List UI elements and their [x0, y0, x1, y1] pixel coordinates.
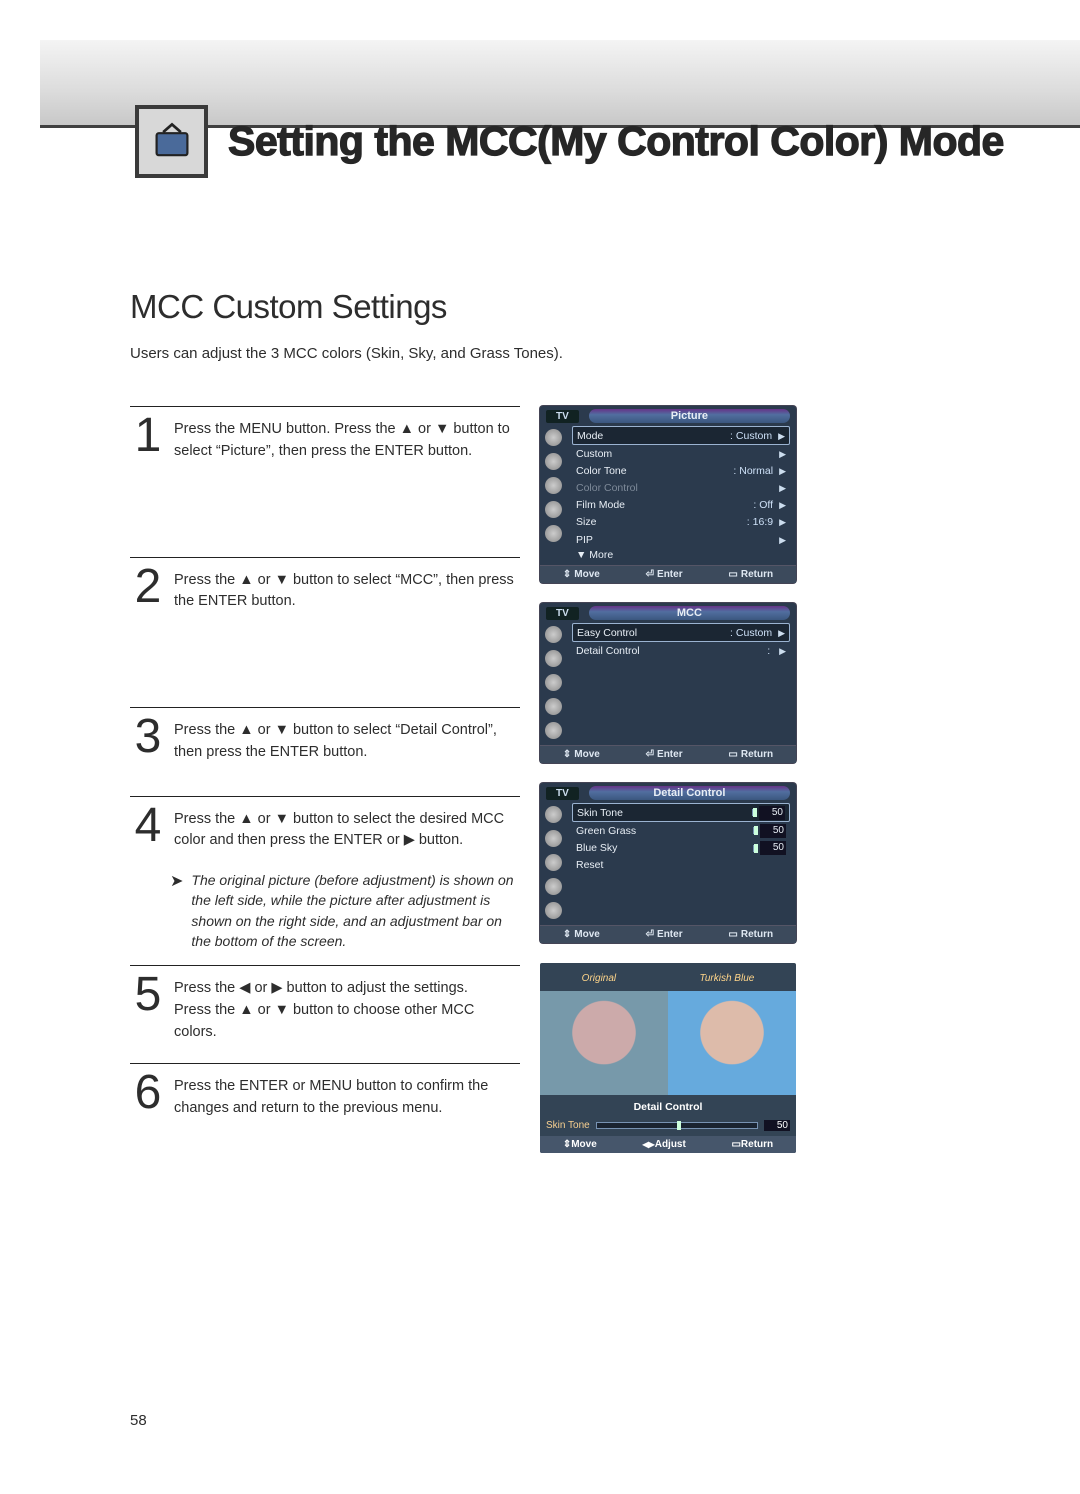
- preview-footer: Move Adjust Return: [540, 1136, 796, 1153]
- foot-return: Return: [731, 1139, 773, 1150]
- osd-more[interactable]: ▼ More: [572, 548, 790, 561]
- step-1: 1 Press the MENU button. Press the ▲ or …: [130, 406, 520, 477]
- osd-row-colortone[interactable]: Color Tone: Normal▶: [572, 462, 790, 479]
- preview-slider-label: Skin Tone: [546, 1120, 590, 1131]
- step-number: 2: [130, 568, 166, 614]
- section-title: MCC Custom Settings: [130, 288, 447, 326]
- osd-tv-label: TV: [546, 787, 579, 800]
- tv-icon: [135, 105, 208, 178]
- page-number: 58: [130, 1412, 147, 1429]
- step-text: Press the ▲ or ▼ button to select the de…: [174, 807, 520, 853]
- step-4: 4 Press the ▲ or ▼ button to select the …: [130, 796, 520, 867]
- foot-move: Move: [563, 1139, 597, 1150]
- foot-move: Move: [563, 569, 600, 580]
- osd-preview: Original Turkish Blue Detail Control Ski…: [540, 963, 796, 1153]
- osd-mcc: TV MCC Easy Control: Custom▶ Detail Cont…: [540, 603, 796, 763]
- step-text: Press the ENTER or MENU button to confir…: [174, 1074, 520, 1120]
- intro-text: Users can adjust the 3 MCC colors (Skin,…: [130, 345, 563, 362]
- step-number: 4: [130, 807, 166, 853]
- step-6: 6 Press the ENTER or MENU button to conf…: [130, 1063, 520, 1134]
- foot-enter: Enter: [646, 929, 683, 940]
- foot-return: Return: [728, 749, 773, 760]
- foot-move: Move: [563, 749, 600, 760]
- osd-sidebar-icons: [540, 423, 566, 565]
- osd-picture: TV Picture Mode: Custom▶ Custom▶ Color T…: [540, 406, 796, 583]
- steps-column: 1 Press the MENU button. Press the ▲ or …: [130, 406, 520, 1134]
- osd-sidebar-icons: [540, 620, 566, 745]
- slider-skintone[interactable]: Skin Tone 50: [572, 803, 790, 822]
- osd-footer: Move Enter Return: [540, 925, 796, 943]
- osd-title: Picture: [589, 409, 790, 423]
- osd-footer: Move Enter Return: [540, 745, 796, 763]
- osd-sidebar-icons: [540, 800, 566, 925]
- slider-greengrass[interactable]: Green Grass 50: [572, 822, 790, 839]
- osd-row-easycontrol[interactable]: Easy Control: Custom▶: [572, 623, 790, 642]
- step-3: 3 Press the ▲ or ▼ button to select “Det…: [130, 707, 520, 778]
- step-5: 5 Press the ◀ or ▶ button to adjust the …: [130, 965, 520, 1057]
- step-text: Press the ▲ or ▼ button to select “MCC”,…: [174, 568, 520, 614]
- osd-menu-list: Skin Tone 50 Green Grass 50 Blue Sky 50 …: [566, 800, 796, 925]
- osd-title: Detail Control: [589, 786, 790, 800]
- step-text: Press the ◀ or ▶ button to adjust the se…: [174, 976, 520, 1043]
- osd-row-size[interactable]: Size: 16:9▶: [572, 514, 790, 531]
- page-title: Setting the MCC(My Control Color) Mode: [228, 118, 1004, 165]
- step-number: 5: [130, 976, 166, 1043]
- osd-row-pip[interactable]: PIP▶: [572, 531, 790, 548]
- preview-left-label: Original: [582, 973, 616, 984]
- step-number: 6: [130, 1074, 166, 1120]
- preview-slider[interactable]: Skin Tone 50: [546, 1120, 790, 1131]
- osd-menu-list: Easy Control: Custom▶ Detail Control: ▶: [566, 620, 796, 745]
- osd-row-filmmode[interactable]: Film Mode: Off▶: [572, 497, 790, 514]
- osd-tv-label: TV: [546, 410, 579, 423]
- osd-menu-list: Mode: Custom▶ Custom▶ Color Tone: Normal…: [566, 423, 796, 565]
- foot-enter: Enter: [646, 749, 683, 760]
- note-text: The original picture (before adjustment)…: [191, 870, 520, 951]
- osd-row-custom[interactable]: Custom▶: [572, 445, 790, 462]
- preview-split-image: [540, 991, 796, 1095]
- manual-page: Setting the MCC(My Control Color) Mode M…: [0, 0, 1080, 1494]
- step-text: Press the MENU button. Press the ▲ or ▼ …: [174, 417, 520, 463]
- step-number: 3: [130, 718, 166, 764]
- step-2: 2 Press the ▲ or ▼ button to select “MCC…: [130, 557, 520, 628]
- note-arrow-icon: ➤: [170, 870, 183, 951]
- osd-row-colorcontrol: Color Control▶: [572, 480, 790, 497]
- osd-detailcontrol: TV Detail Control Skin Tone 50 Green Gra…: [540, 783, 796, 943]
- slider-reset[interactable]: Reset: [572, 857, 790, 874]
- slider-bluesky[interactable]: Blue Sky 50: [572, 840, 790, 857]
- step-text: Press the ▲ or ▼ button to select “Detai…: [174, 718, 520, 764]
- preview-right-label: Turkish Blue: [699, 973, 754, 984]
- foot-return: Return: [728, 569, 773, 580]
- step-number: 1: [130, 417, 166, 463]
- preview-bar-title: Detail Control: [540, 1101, 796, 1113]
- osd-tv-label: TV: [546, 607, 579, 620]
- step-4-note: ➤ The original picture (before adjustmen…: [170, 870, 520, 951]
- osd-row-detailcontrol[interactable]: Detail Control: ▶: [572, 642, 790, 659]
- osd-column: TV Picture Mode: Custom▶ Custom▶ Color T…: [540, 406, 796, 1153]
- foot-adjust: Adjust: [642, 1139, 685, 1150]
- foot-enter: Enter: [646, 569, 683, 580]
- osd-footer: Move Enter Return: [540, 565, 796, 583]
- preview-slider-value: 50: [764, 1120, 790, 1131]
- foot-return: Return: [728, 929, 773, 940]
- title-row: Setting the MCC(My Control Color) Mode: [135, 105, 1015, 178]
- foot-move: Move: [563, 929, 600, 940]
- osd-title: MCC: [589, 606, 790, 620]
- osd-row-mode[interactable]: Mode: Custom▶: [572, 426, 790, 445]
